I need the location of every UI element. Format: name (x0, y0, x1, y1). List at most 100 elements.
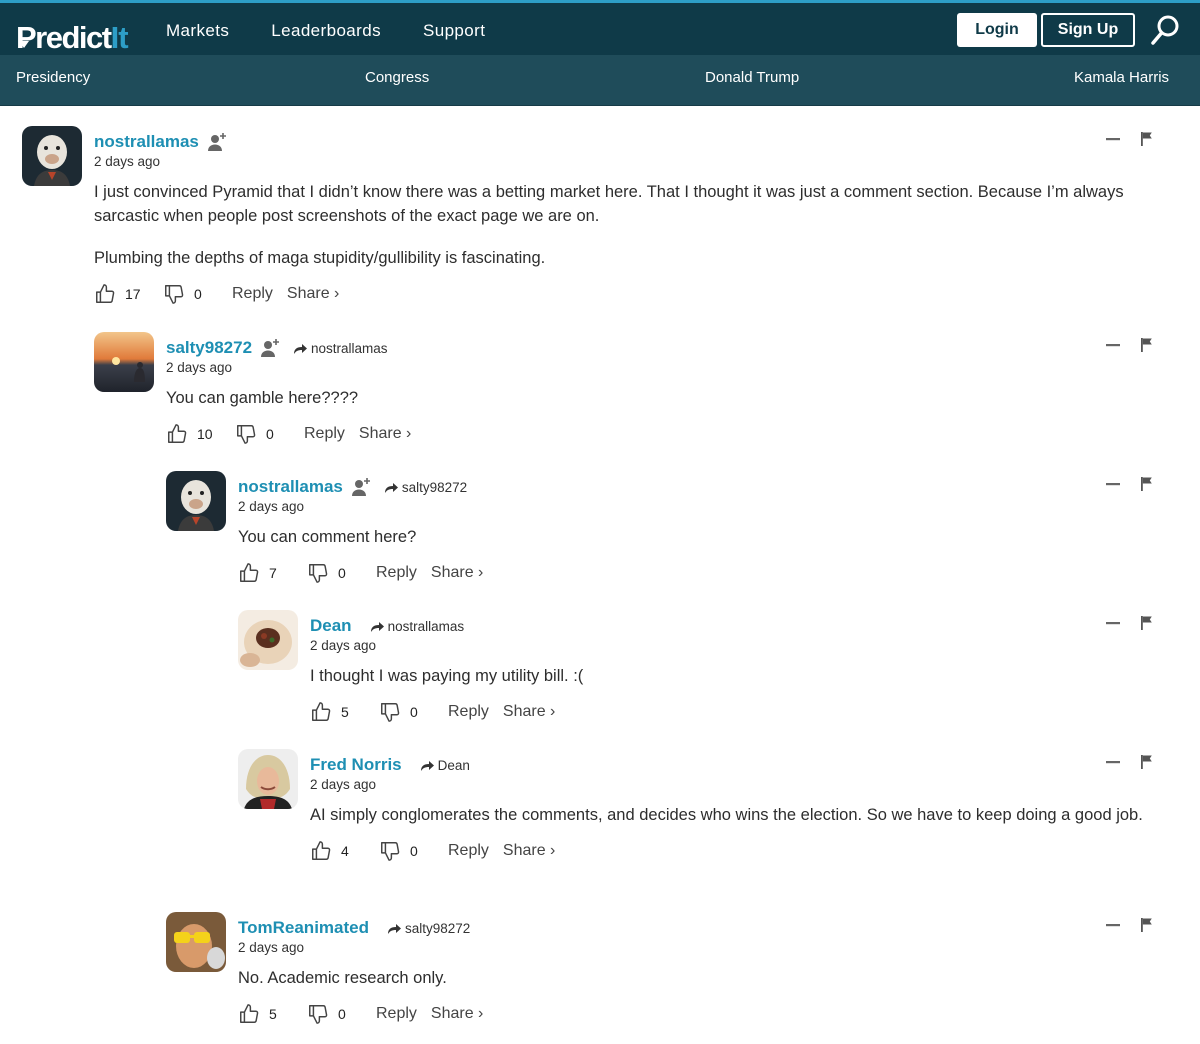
like-button[interactable]: 5 (238, 1003, 285, 1025)
like-button[interactable]: 17 (94, 283, 141, 305)
collapse-icon[interactable] (1105, 917, 1121, 933)
thumbs-down-icon[interactable] (307, 562, 329, 584)
flag-icon[interactable] (1139, 337, 1153, 353)
collapse-icon[interactable] (1105, 754, 1121, 770)
comment-timestamp: 2 days ago (238, 940, 305, 955)
thumbs-down-icon[interactable] (379, 701, 401, 723)
signup-button[interactable]: Sign Up (1041, 13, 1135, 47)
share-button[interactable]: Share › (503, 842, 555, 860)
nav-markets[interactable]: Markets (166, 21, 229, 41)
avatar[interactable] (22, 126, 82, 186)
avatar[interactable] (166, 471, 226, 531)
nav-leaderboards[interactable]: Leaderboards (271, 21, 381, 41)
like-count: 7 (269, 565, 277, 581)
reply-button[interactable]: Reply (304, 425, 345, 443)
comment-username[interactable]: TomReanimated (238, 918, 369, 938)
avatar[interactable] (238, 749, 298, 809)
comment-controls (1105, 337, 1153, 353)
follow-user-icon[interactable] (261, 338, 281, 358)
reply-button[interactable]: Reply (376, 1005, 417, 1023)
thumbs-up-icon[interactable] (94, 283, 116, 305)
reply-button[interactable]: Reply (376, 564, 417, 582)
comment-username[interactable]: salty98272 (166, 338, 252, 358)
subnav-donald-trump[interactable]: Donald Trump (705, 69, 799, 86)
avatar[interactable] (166, 912, 226, 972)
comment-text: You can gamble here???? (166, 386, 1182, 410)
comment-controls (1105, 131, 1153, 147)
comment-username[interactable]: Fred Norris (310, 755, 402, 775)
dislike-button[interactable]: 0 (163, 283, 210, 305)
share-button[interactable]: Share › (359, 425, 411, 443)
search-icon[interactable] (1150, 13, 1180, 47)
reply-button[interactable]: Reply (448, 703, 489, 721)
reply-to[interactable]: salty98272 (387, 921, 470, 936)
nav-support[interactable]: Support (423, 21, 485, 41)
like-button[interactable]: 10 (166, 423, 213, 445)
share-button[interactable]: Share › (503, 703, 555, 721)
follow-user-icon[interactable] (208, 132, 228, 152)
comment-actions: 4 0 Reply Share › (310, 837, 1182, 865)
comment-paragraph: Plumbing the depths of maga stupidity/gu… (94, 249, 546, 267)
dislike-button[interactable]: 0 (379, 840, 426, 862)
thumbs-down-icon[interactable] (235, 423, 257, 445)
comment-actions: 17 0 Reply Share › (94, 280, 1182, 308)
flag-icon[interactable] (1139, 917, 1153, 933)
share-button[interactable]: Share › (431, 1005, 483, 1023)
thumbs-up-icon[interactable] (310, 701, 332, 723)
follow-user-icon[interactable] (352, 477, 372, 497)
dislike-button[interactable]: 0 (379, 701, 426, 723)
thumbs-up-icon[interactable] (238, 1003, 260, 1025)
dislike-button[interactable]: 0 (307, 562, 354, 584)
share-button[interactable]: Share › (287, 285, 339, 303)
thumbs-up-icon[interactable] (310, 840, 332, 862)
reply-to-username[interactable]: salty98272 (402, 480, 467, 495)
subnav-presidency[interactable]: Presidency (16, 69, 90, 86)
reply-to[interactable]: nostrallamas (370, 619, 465, 634)
flag-icon[interactable] (1139, 131, 1153, 147)
thumbs-down-icon[interactable] (379, 840, 401, 862)
collapse-icon[interactable] (1105, 615, 1121, 631)
like-button[interactable]: 7 (238, 562, 285, 584)
dislike-count: 0 (194, 286, 202, 302)
flag-icon[interactable] (1139, 754, 1153, 770)
reply-to-username[interactable]: nostrallamas (388, 619, 465, 634)
collapse-icon[interactable] (1105, 337, 1121, 353)
like-button[interactable]: 4 (310, 840, 357, 862)
thumbs-up-icon[interactable] (238, 562, 260, 584)
dislike-button[interactable]: 0 (307, 1003, 354, 1025)
reply-to-username[interactable]: Dean (438, 758, 470, 773)
reply-arrow-icon (384, 481, 399, 494)
flag-icon[interactable] (1139, 615, 1153, 631)
login-button[interactable]: Login (957, 13, 1037, 47)
subnav-kamala-harris[interactable]: Kamala Harris (1074, 69, 1169, 86)
comment-username[interactable]: nostrallamas (238, 477, 343, 497)
reply-to[interactable]: Dean (420, 758, 470, 773)
comment-actions: 7 0 Reply Share › (238, 559, 1182, 587)
thumbs-up-icon[interactable] (166, 423, 188, 445)
share-button[interactable]: Share › (431, 564, 483, 582)
avatar[interactable] (238, 610, 298, 670)
comment-text: I just convinced Pyramid that I didn’t k… (94, 180, 1134, 270)
reply-to[interactable]: salty98272 (384, 480, 467, 495)
reply-button[interactable]: Reply (232, 285, 273, 303)
comment-text: I thought I was paying my utility bill. … (310, 664, 1182, 688)
reply-button[interactable]: Reply (448, 842, 489, 860)
reply-to[interactable]: nostrallamas (293, 341, 388, 356)
flag-icon[interactable] (1139, 476, 1153, 492)
comment-username[interactable]: nostrallamas (94, 132, 199, 152)
avatar[interactable] (94, 332, 154, 392)
predictit-logo[interactable]: Predict It (16, 13, 129, 53)
collapse-icon[interactable] (1105, 131, 1121, 147)
thumbs-down-icon[interactable] (307, 1003, 329, 1025)
collapse-icon[interactable] (1105, 476, 1121, 492)
thumbs-down-icon[interactable] (163, 283, 185, 305)
comment-actions: 5 0 Reply Share › (310, 698, 1182, 726)
subnav-congress[interactable]: Congress (365, 69, 429, 86)
like-button[interactable]: 5 (310, 701, 357, 723)
comment-actions: 10 0 Reply Share › (166, 420, 1182, 448)
reply-to-username[interactable]: salty98272 (405, 921, 470, 936)
reply-to-username[interactable]: nostrallamas (311, 341, 388, 356)
dislike-button[interactable]: 0 (235, 423, 282, 445)
comment-username[interactable]: Dean (310, 616, 352, 636)
like-count: 5 (269, 1006, 277, 1022)
